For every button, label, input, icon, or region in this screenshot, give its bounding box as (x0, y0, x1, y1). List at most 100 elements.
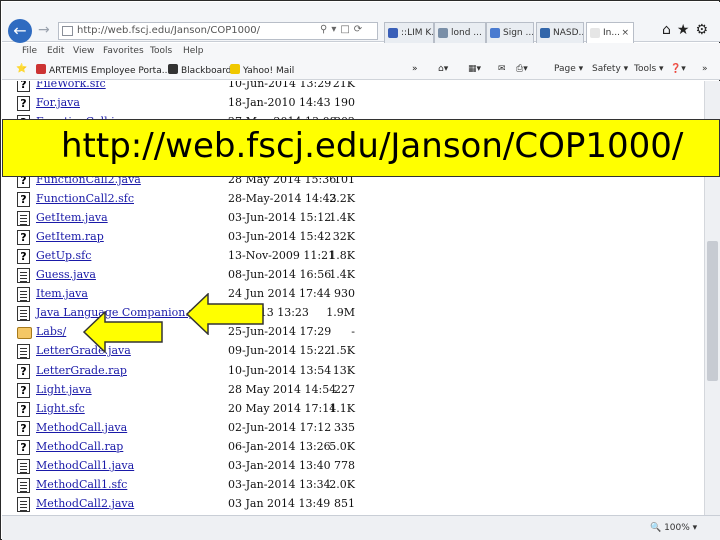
file-link[interactable]: MethodCall.java (36, 421, 127, 434)
file-row: ? GetItem.rap 03-Jun-2014 15:42 32K (2, 228, 702, 247)
unknown-file-icon: ? (17, 363, 30, 379)
unknown-file-icon: ? (17, 81, 30, 92)
pointer-arrow-to-labs (83, 311, 163, 353)
browser-tab[interactable]: Sign ... (486, 22, 534, 44)
file-link[interactable]: Item.java (36, 287, 88, 300)
zoom-level[interactable]: 🔍 100% ▾ (650, 523, 697, 533)
favorite-link[interactable]: Blackboard (168, 64, 231, 76)
file-row: ? For.java 18-Jan-2010 14:43 190 (2, 94, 702, 113)
add-favorite-icon[interactable]: ⭐ (16, 64, 27, 74)
menu-item[interactable]: File (22, 46, 37, 56)
command-menu[interactable]: Page ▾ (554, 64, 583, 74)
file-row: GetItem.java 03-Jun-2014 15:12 1.4K (2, 209, 702, 228)
print-icon[interactable]: ⎙▾ (516, 64, 528, 74)
browser-window: ← → http://web.fscj.edu/Janson/COP1000/ … (0, 0, 720, 540)
tab-label: Sign ... (503, 28, 534, 38)
file-link[interactable]: MethodCall1.sfc (36, 478, 127, 491)
file-link[interactable]: FileWork.sfc (36, 81, 106, 90)
favorite-label: Blackboard (181, 66, 232, 76)
file-size: - (351, 325, 355, 339)
menu-item[interactable]: Help (183, 46, 204, 56)
file-link[interactable]: MethodCall.rap (36, 440, 123, 453)
document-icon (17, 497, 30, 513)
browser-tab[interactable]: ::LIM K... (384, 22, 434, 44)
file-size: 1.1K (329, 401, 355, 415)
home-icon[interactable]: ⌂ (662, 22, 677, 38)
browser-tab[interactable]: In... × (586, 22, 634, 44)
menu-item[interactable]: Tools (150, 46, 172, 56)
favorite-label: Yahoo! Mail (243, 66, 295, 76)
favorites-more[interactable]: » (412, 64, 418, 74)
favorites-bar: ⭐ ARTEMIS Employee Porta... Blackboard Yah… (2, 60, 720, 80)
mail-icon[interactable]: ✉ (498, 64, 506, 74)
file-link[interactable]: Labs/ (36, 325, 66, 338)
favorites-star-icon[interactable]: ★ (677, 22, 696, 38)
file-link[interactable]: LetterGrade.rap (36, 364, 127, 377)
file-link[interactable]: GetUp.sfc (36, 249, 91, 262)
help-icon[interactable]: ❓▾ (670, 64, 686, 74)
file-row: ? FileWork.sfc 10-Jun-2014 13:29 21K (2, 81, 702, 94)
file-link[interactable]: MethodCall1.java (36, 459, 134, 472)
unknown-file-icon: ? (17, 248, 30, 264)
address-controls[interactable]: ⚲▾□⟳ (320, 24, 366, 35)
file-row: MethodCall2.java 03 Jan 2014 13:49 851 (2, 495, 702, 514)
document-icon (17, 344, 30, 360)
file-date: 10-Jun-2014 13:54 (228, 363, 332, 377)
file-size: 190 (334, 96, 355, 110)
command-label: Page (554, 64, 576, 74)
file-row: ? MethodCall.java 02-Jun-2014 17:12 335 (2, 419, 702, 438)
file-size: 1.5K (329, 344, 355, 358)
file-row: ? Light.sfc 20 May 2014 17:14 1.1K (2, 400, 702, 419)
window-icons[interactable]: ⌂★⚙ (662, 22, 714, 38)
command-menu[interactable]: Tools ▾ (634, 64, 664, 74)
file-link[interactable]: GetItem.java (36, 211, 108, 224)
menu-item[interactable]: Favorites (103, 46, 144, 56)
tab-favicon-icon (590, 28, 600, 38)
address-row: ← → http://web.fscj.edu/Janson/COP1000/ … (2, 2, 720, 44)
file-link[interactable]: GetItem.rap (36, 230, 104, 243)
browser-tab[interactable]: NASD... (536, 22, 584, 44)
unknown-file-icon: ? (17, 439, 30, 455)
forward-button[interactable]: → (38, 22, 50, 38)
favorite-link[interactable]: Yahoo! Mail (230, 64, 294, 76)
file-row: ? LetterGrade.rap 10-Jun-2014 13:54 13K (2, 362, 702, 381)
menu-item[interactable]: View (73, 46, 94, 56)
tab-favicon-icon (540, 28, 550, 38)
command-label: Safety (592, 64, 621, 74)
tab-favicon-icon (388, 28, 398, 38)
close-tab-icon[interactable]: × (621, 23, 629, 43)
tab-label: ::LIM K... (401, 28, 434, 38)
feeds-icon[interactable]: ▦▾ (468, 64, 481, 74)
browser-tab[interactable]: lond ... (434, 22, 486, 44)
file-date: 03-Jun-2014 15:12 (228, 210, 332, 224)
file-date: 20 May 2014 17:14 (228, 401, 337, 415)
file-size: 5.0K (329, 439, 355, 453)
file-link[interactable]: MethodCall2.java (36, 497, 134, 510)
file-row: Guess.java 08-Jun-2014 16:56 1.4K (2, 266, 702, 285)
banner-text: http://web.fscj.edu/Janson/COP1000/ (61, 126, 684, 166)
file-link[interactable]: For.java (36, 96, 80, 109)
file-date: 03-Jan-2014 13:34 (228, 478, 331, 492)
command-menu[interactable]: Safety ▾ (592, 64, 628, 74)
unknown-file-icon: ? (17, 401, 30, 417)
file-date: 06-Jan-2014 13:26 (228, 439, 331, 453)
file-link[interactable]: Light.java (36, 383, 92, 396)
commands-more[interactable]: » (702, 64, 708, 74)
settings-gear-icon[interactable]: ⚙ (695, 22, 714, 38)
favorite-label: ARTEMIS Employee Porta... (49, 66, 171, 76)
home-command-icon[interactable]: ⌂▾ (438, 64, 448, 74)
file-date: 03-Jan-2014 13:40 (228, 459, 331, 472)
scrollbar-thumb[interactable] (707, 241, 718, 381)
address-url: http://web.fscj.edu/Janson/COP1000/ (77, 25, 261, 36)
file-link[interactable]: Light.sfc (36, 402, 85, 415)
back-button[interactable]: ← (8, 19, 32, 43)
unknown-file-icon: ? (17, 229, 30, 245)
file-size: 778 (334, 459, 355, 472)
file-link[interactable]: Guess.java (36, 268, 96, 281)
menu-item[interactable]: Edit (47, 46, 64, 56)
file-date: 02-Jun-2014 17:12 (228, 420, 332, 434)
file-size: 2.0K (329, 478, 355, 492)
zoom-value: 100% (664, 523, 690, 533)
file-link[interactable]: FunctionCall2.sfc (36, 192, 134, 205)
favorite-link[interactable]: ARTEMIS Employee Porta... (36, 64, 170, 76)
